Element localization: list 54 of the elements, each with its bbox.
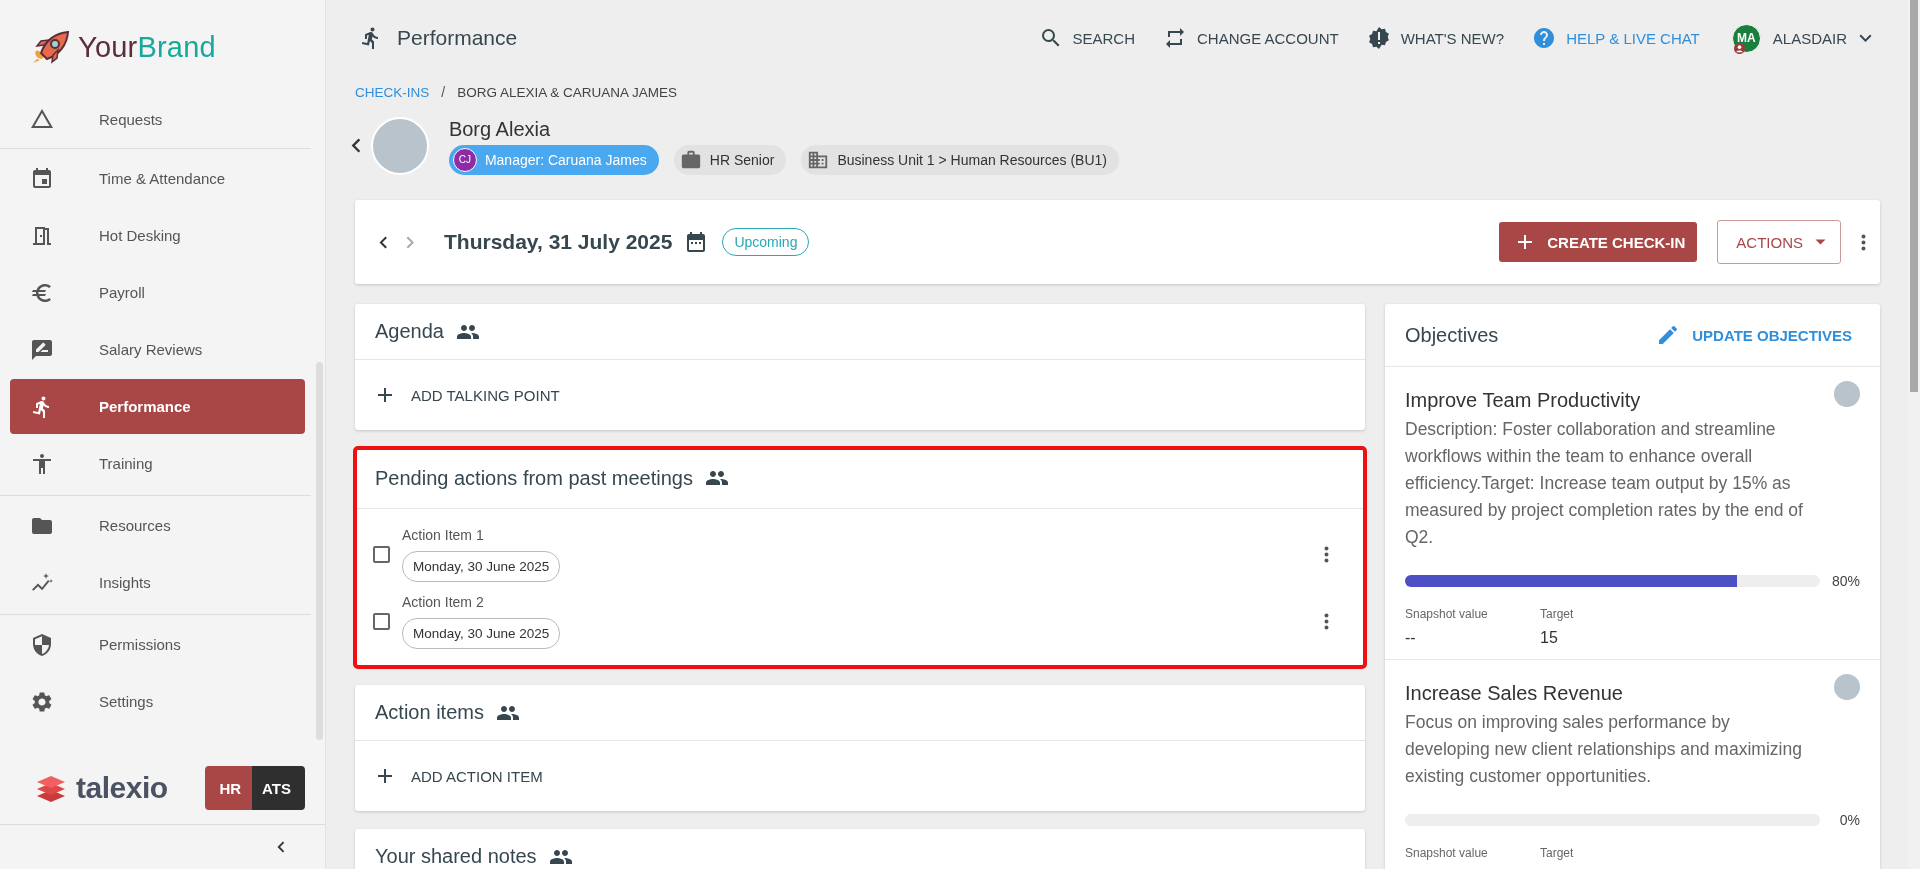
section-title: Objectives — [1405, 323, 1499, 347]
section-title: Pending actions from past meetings — [375, 466, 693, 490]
breadcrumb-separator: / — [441, 84, 446, 100]
action-item-title: Action Item 1 — [402, 527, 484, 543]
header-link[interactable]: WHAT'S NEW? — [1366, 26, 1505, 50]
target-value: 15 — [1540, 629, 1559, 648]
sidebar-item[interactable]: Payroll — [10, 265, 305, 320]
section-title: Your shared notes — [375, 845, 537, 868]
manager-label: Manager: Caruana James — [484, 151, 647, 168]
employee-name: Borg Alexia — [448, 117, 552, 141]
sidebar-item[interactable]: Hot Desking — [10, 208, 305, 263]
sidebar-item[interactable]: Resources — [10, 498, 305, 553]
section-title: Agenda — [375, 320, 444, 343]
unit-label: Business Unit 1 > Human Resources (BU1) — [837, 151, 1107, 168]
action-item-title: Action Item 2 — [402, 594, 484, 610]
sidebar-item[interactable]: Requests — [10, 94, 305, 144]
objective-title: Increase Sales Revenue — [1405, 682, 1623, 705]
module-toggle[interactable]: ATS — [252, 766, 305, 810]
due-date-chip: Monday, 30 June 2025 — [402, 551, 561, 582]
progress-reading: 80% — [1832, 573, 1860, 589]
sidebar-item[interactable]: Time & Attendance — [10, 151, 305, 206]
objective-description: Description: Foster collaboration and streamline workflows within the team to enhance overall efficiency.Target: Increase team output by 15% as measured by project completion rates by the end of Q2. — [1405, 418, 1804, 549]
sidebar-item[interactable]: Training — [10, 436, 305, 491]
sidebar-item[interactable]: Performance — [10, 379, 305, 434]
module-toggle[interactable]: HR — [205, 766, 253, 810]
sidebar-item[interactable]: Permissions — [10, 617, 305, 672]
sidebar-item[interactable]: Insights — [10, 555, 305, 610]
objective-description: Focus on improving sales performance by developing new client relationships and maximizing existing customer opportunities. — [1405, 711, 1803, 788]
page-title: Performance — [397, 26, 518, 50]
actions-dropdown[interactable]: ACTIONS — [1717, 220, 1841, 264]
product-name: talexio — [76, 771, 168, 805]
sidebar-item[interactable]: Settings — [10, 674, 305, 729]
snapshot-value: -- — [1405, 629, 1417, 648]
snapshot-label: Snapshot value — [1405, 607, 1489, 621]
user-menu[interactable]: MA ALASDAIR — [1731, 23, 1872, 53]
add-button[interactable]: ADD TALKING POINT — [373, 383, 560, 407]
breadcrumb-current: BORG ALEXIA & CARUANA JAMES — [457, 84, 677, 100]
header-link[interactable]: SEARCH — [1038, 26, 1135, 50]
brand-name: YourBrand — [78, 30, 216, 64]
role-label: HR Senior — [709, 151, 775, 168]
manager-avatar: CJ — [452, 147, 477, 172]
objective-title: Improve Team Productivity — [1405, 389, 1641, 412]
add-button[interactable]: ADD ACTION ITEM — [373, 764, 543, 788]
manager-chip[interactable]: CJ Manager: Caruana James — [448, 144, 659, 175]
snapshot-label: Snapshot value — [1405, 846, 1489, 860]
sidebar-item[interactable]: Salary Reviews — [10, 322, 305, 377]
create-checkin-button[interactable]: CREATE CHECK-IN — [1499, 222, 1698, 262]
header-link[interactable]: CHANGE ACCOUNT — [1163, 26, 1339, 50]
checkin-date: Thursday, 31 July 2025 — [444, 230, 673, 254]
target-label: Target — [1540, 846, 1575, 860]
section-title: Action items — [375, 701, 484, 724]
target-label: Target — [1540, 607, 1575, 621]
progress-reading: 0% — [1838, 812, 1860, 828]
due-date-chip: Monday, 30 June 2025 — [402, 618, 561, 649]
